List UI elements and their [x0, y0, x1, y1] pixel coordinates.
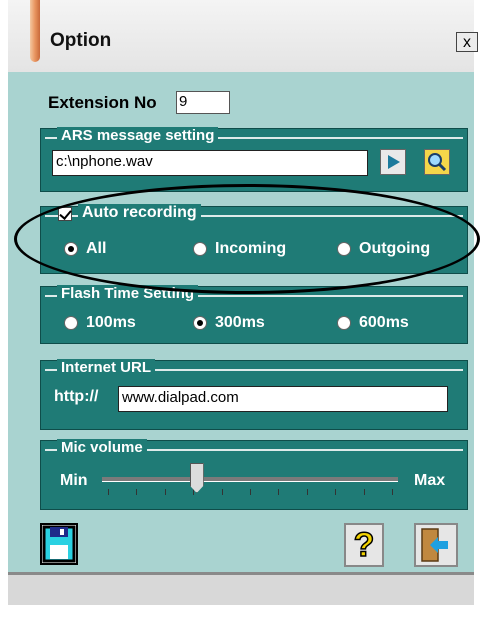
slider-tick — [136, 489, 138, 495]
exit-button[interactable] — [414, 523, 458, 567]
help-button[interactable]: ? — [344, 523, 384, 567]
url-prefix-label: http:// — [54, 388, 99, 405]
url-input[interactable]: www.dialpad.com — [118, 386, 448, 412]
extension-input[interactable]: 9 — [176, 91, 230, 114]
radio-dot-600ms — [337, 316, 351, 330]
max-label: Max — [414, 472, 446, 489]
radio-dot-300ms — [193, 316, 207, 330]
radio-dot-outgoing — [337, 242, 351, 256]
save-button[interactable] — [40, 523, 78, 565]
radio-dot-incoming — [193, 242, 207, 256]
slider-tick — [392, 489, 393, 495]
radio-outgoing-label: Outgoing — [359, 240, 431, 257]
browse-button[interactable] — [424, 149, 450, 175]
radio-100ms[interactable]: 100ms — [64, 314, 136, 332]
radio-incoming-label: Incoming — [215, 240, 287, 257]
slider-tick — [108, 489, 109, 495]
min-label: Min — [60, 472, 88, 489]
auto-recording-checkbox[interactable] — [58, 207, 72, 221]
radio-all[interactable]: All — [64, 240, 106, 258]
auto-recording-title: Auto recording — [78, 204, 201, 222]
mic-volume-track[interactable] — [102, 477, 398, 482]
magnifier-icon — [428, 153, 447, 172]
radio-300ms-label: 300ms — [215, 314, 265, 331]
window-title: Option — [50, 30, 112, 51]
radio-incoming[interactable]: Incoming — [193, 240, 286, 258]
radio-300ms[interactable]: 300ms — [193, 314, 265, 332]
slider-tick — [278, 489, 280, 495]
ars-group-title: ARS message setting — [57, 127, 219, 145]
ars-file-input[interactable]: c:\nphone.wav — [52, 150, 368, 176]
flash-time-title: Flash Time Setting — [57, 285, 199, 303]
mic-volume-title: Mic volume — [57, 439, 147, 457]
slider-tick — [221, 489, 223, 495]
question-mark-icon: ? — [353, 525, 375, 565]
bottom-status-bar — [8, 572, 474, 605]
radio-outgoing[interactable]: Outgoing — [337, 240, 430, 258]
slider-tick — [250, 489, 251, 495]
radio-600ms[interactable]: 600ms — [337, 314, 409, 332]
radio-100ms-label: 100ms — [86, 314, 136, 331]
door-exit-icon — [421, 528, 448, 562]
radio-all-label: All — [86, 240, 107, 257]
play-button[interactable] — [380, 149, 406, 175]
play-icon — [388, 155, 400, 169]
slider-tick — [306, 489, 308, 495]
slider-tick — [164, 489, 166, 495]
slider-tick — [363, 489, 365, 495]
title-bar: Option x — [8, 0, 478, 72]
extension-label: Extension No — [48, 93, 157, 112]
close-button[interactable]: x — [456, 32, 478, 52]
mic-volume-group: Mic volume — [40, 439, 468, 510]
radio-600ms-label: 600ms — [359, 314, 409, 331]
floppy-disk-icon — [42, 525, 76, 563]
title-accent-bar — [30, 0, 40, 62]
slider-tick — [335, 489, 337, 495]
radio-dot-100ms — [64, 316, 78, 330]
internet-url-title: Internet URL — [57, 359, 155, 377]
radio-dot-all — [64, 242, 78, 256]
